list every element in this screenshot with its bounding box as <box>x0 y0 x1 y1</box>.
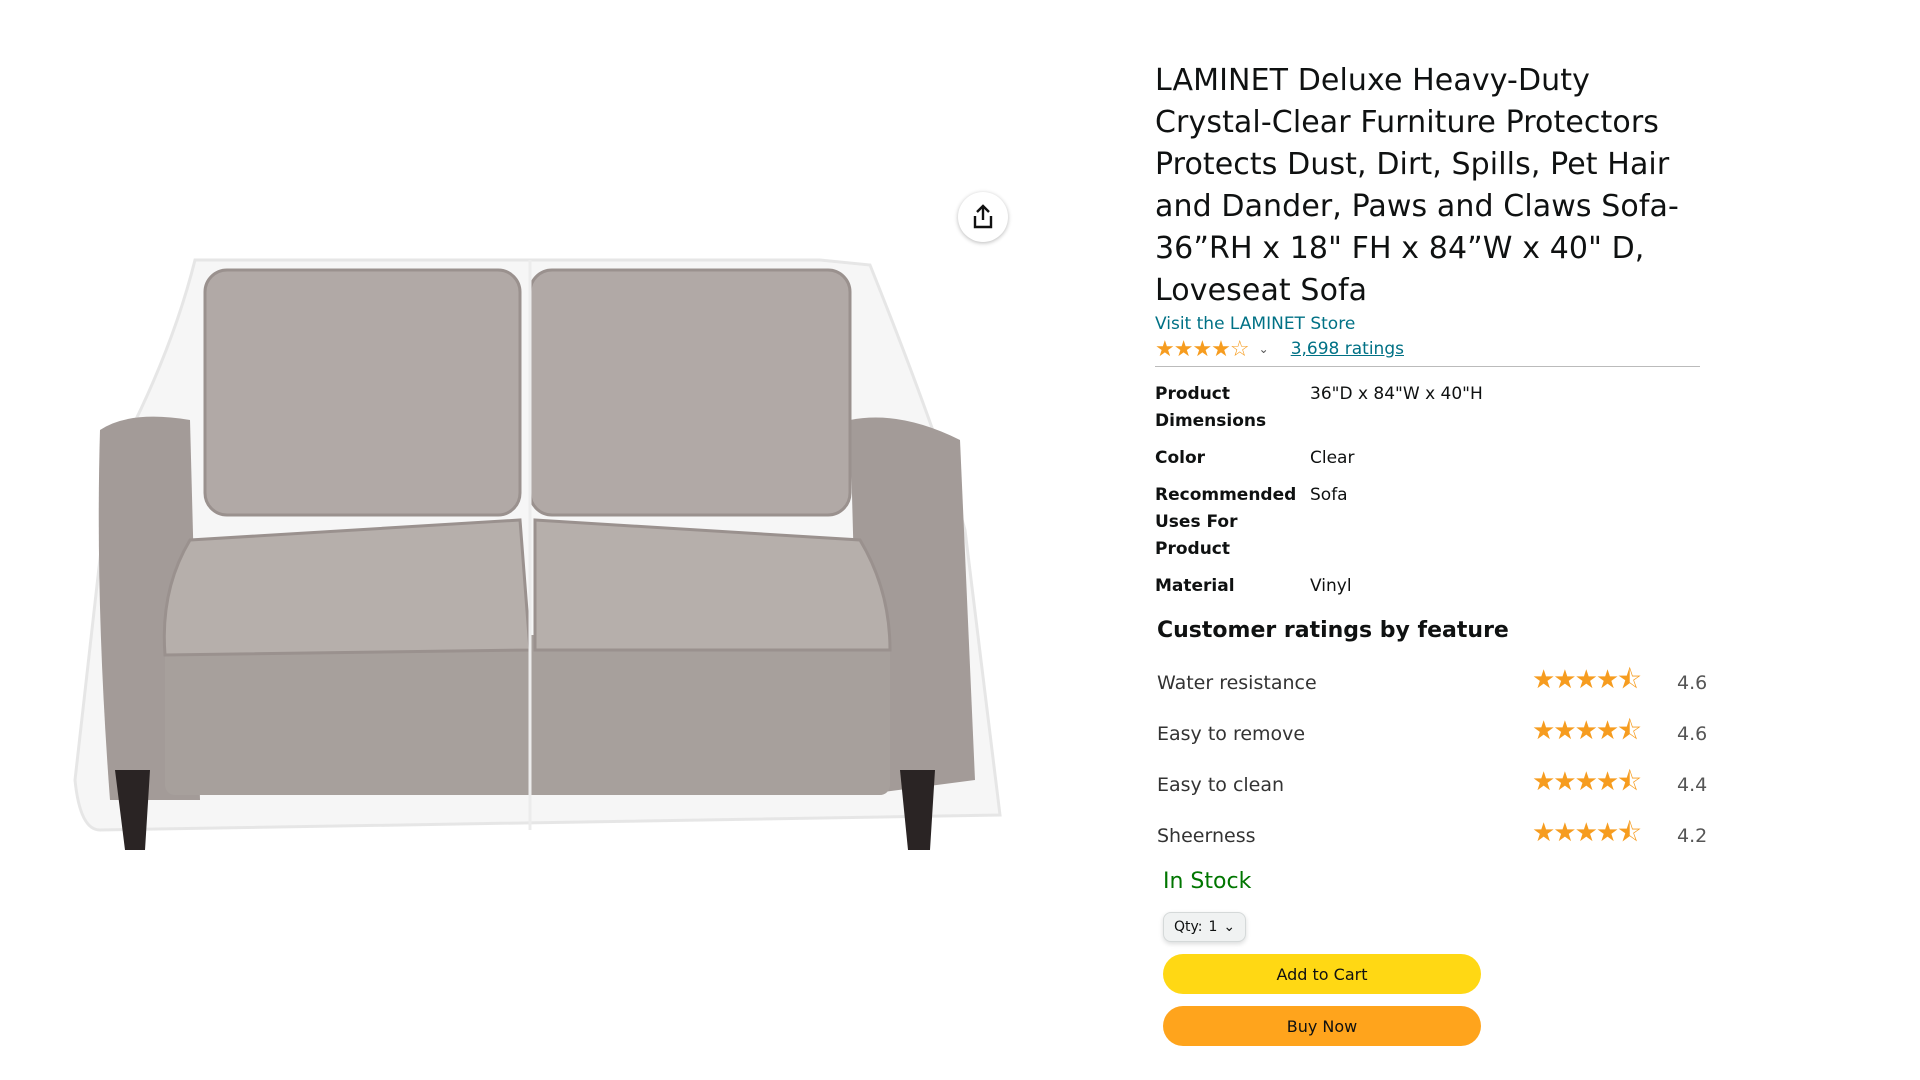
quantity-select[interactable]: Qty: 1 ⌄ <box>1163 912 1247 942</box>
feature-rating-row: Easy to remove ★★★★⯪ 4.6 <box>1155 708 1715 759</box>
feature-name: Water resistance <box>1157 671 1317 694</box>
ratings-count-link[interactable]: 3,698 ratings <box>1291 339 1404 359</box>
product-details: LAMINET Deluxe Heavy-Duty Crystal-Clear … <box>1155 60 1715 1046</box>
spec-value: 36"D x 84"W x 40"H <box>1310 384 1483 404</box>
stock-status: In Stock <box>1163 869 1252 894</box>
product-image[interactable] <box>40 240 1020 870</box>
spec-row: Color Clear <box>1155 443 1483 480</box>
feature-stars-icon: ★★★★⯪ <box>1532 664 1642 695</box>
buy-now-button[interactable]: Buy Now <box>1163 1006 1481 1046</box>
spec-value: Clear <box>1310 448 1355 468</box>
qty-value: 1 <box>1208 919 1218 935</box>
spec-key: Color <box>1155 448 1206 468</box>
share-button[interactable] <box>958 192 1008 242</box>
spec-value: Sofa <box>1310 485 1348 505</box>
feature-stars-icon: ★★★★⯪ <box>1532 766 1642 797</box>
feature-score: 4.6 <box>1677 671 1708 694</box>
feature-rating-row: Easy to clean ★★★★⯪ 4.4 <box>1155 759 1715 810</box>
rating-summary: ★★★★☆ ⌄ 3,698 ratings <box>1155 334 1700 367</box>
feature-name: Easy to remove <box>1157 722 1306 745</box>
feature-stars-icon: ★★★★⯪ <box>1532 715 1642 746</box>
chevron-down-icon[interactable]: ⌄ <box>1259 342 1269 356</box>
chevron-down-icon: ⌄ <box>1223 919 1236 935</box>
feature-rating-row: Sheerness ★★★★⯪ 4.2 <box>1155 810 1715 861</box>
spec-key: Recommended Uses For Product <box>1155 485 1297 559</box>
store-link[interactable]: Visit the LAMINET Store <box>1155 314 1715 334</box>
share-icon <box>973 204 993 229</box>
spec-row: Product Dimensions 36"D x 84"W x 40"H <box>1155 379 1483 443</box>
feature-score: 4.4 <box>1677 773 1708 796</box>
feature-name: Sheerness <box>1157 824 1256 847</box>
spec-value: Vinyl <box>1310 576 1352 596</box>
feature-rating-row: Water resistance ★★★★⯪ 4.6 <box>1155 657 1715 708</box>
spec-row: Recommended Uses For Product Sofa <box>1155 480 1483 571</box>
rating-stars-icon[interactable]: ★★★★☆ <box>1155 337 1250 362</box>
spec-key: Product Dimensions <box>1155 384 1267 431</box>
spec-key: Material <box>1155 576 1235 596</box>
feature-name: Easy to clean <box>1157 773 1285 796</box>
product-title: LAMINET Deluxe Heavy-Duty Crystal-Clear … <box>1155 63 1679 308</box>
spec-row: Material Vinyl <box>1155 571 1483 608</box>
feature-ratings-heading: Customer ratings by feature <box>1157 618 1509 643</box>
feature-score: 4.2 <box>1677 824 1708 847</box>
qty-label: Qty: <box>1174 919 1203 935</box>
feature-stars-icon: ★★★★⯪ <box>1532 817 1642 848</box>
feature-score: 4.6 <box>1677 722 1708 745</box>
add-to-cart-button[interactable]: Add to Cart <box>1163 954 1481 994</box>
spec-table: Product Dimensions 36"D x 84"W x 40"H Co… <box>1155 379 1483 608</box>
